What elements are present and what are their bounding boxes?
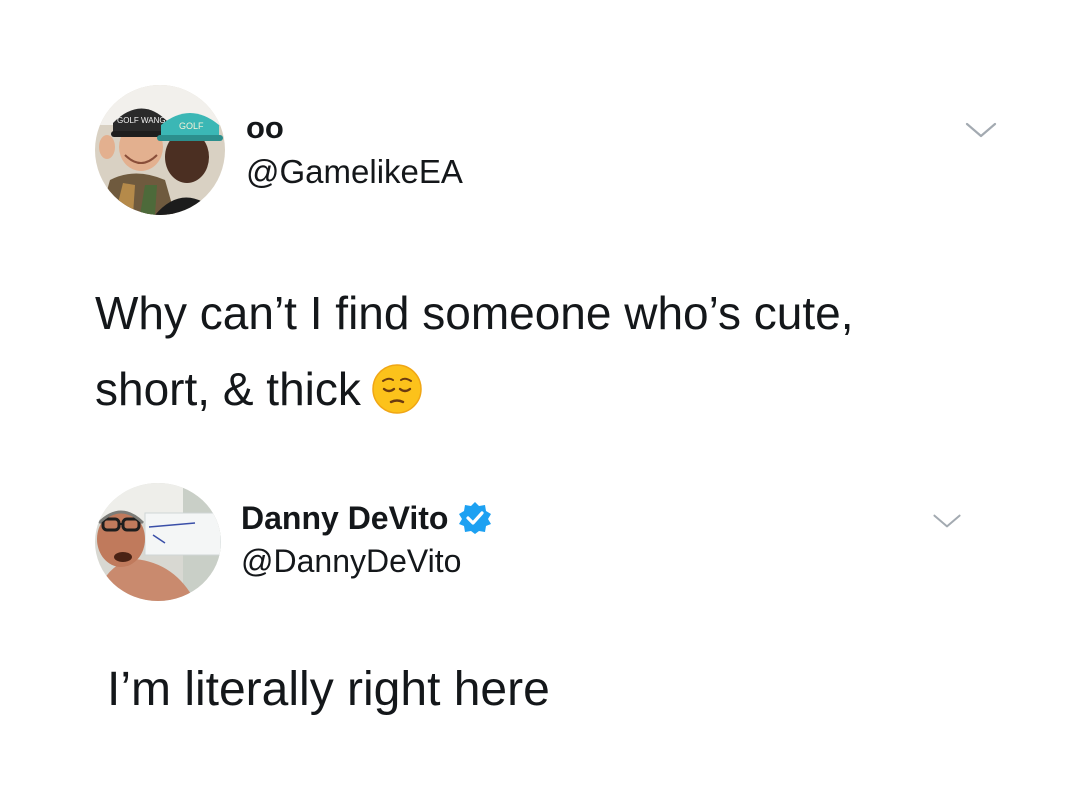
- tweet-text: Why can’t I find someone who’s cute, sho…: [95, 275, 995, 427]
- display-name-text[interactable]: Danny DeVito: [241, 500, 448, 536]
- avatar[interactable]: [95, 483, 221, 601]
- tweet-2: Danny DeVito @DannyDeVito I’m literally …: [0, 440, 1080, 801]
- tweet-1: GOLF WANG GOLF oo @GamelikeEA Why can’t …: [0, 0, 1080, 440]
- chevron-down-icon[interactable]: [931, 512, 963, 530]
- display-name[interactable]: Danny DeVito: [241, 500, 492, 537]
- display-name[interactable]: oo: [246, 110, 284, 146]
- chevron-down-icon[interactable]: [964, 120, 998, 140]
- user-handle[interactable]: @GamelikeEA: [246, 153, 463, 191]
- pensive-face-icon: [371, 363, 423, 415]
- cap-text-1: GOLF WANG: [117, 116, 166, 125]
- tweet-text-line-1: Why can’t I find someone who’s cute,: [95, 287, 854, 339]
- cap-text-2: GOLF: [179, 121, 204, 131]
- profile-photo-icon: GOLF WANG GOLF: [95, 85, 225, 215]
- avatar[interactable]: GOLF WANG GOLF: [95, 85, 225, 215]
- profile-photo-icon: [95, 483, 221, 601]
- tweet-text-line-2: short, & thick: [95, 351, 995, 427]
- verified-badge-icon: [458, 501, 492, 535]
- user-handle[interactable]: @DannyDeVito: [241, 543, 461, 580]
- tweet-text: I’m literally right here: [107, 663, 550, 716]
